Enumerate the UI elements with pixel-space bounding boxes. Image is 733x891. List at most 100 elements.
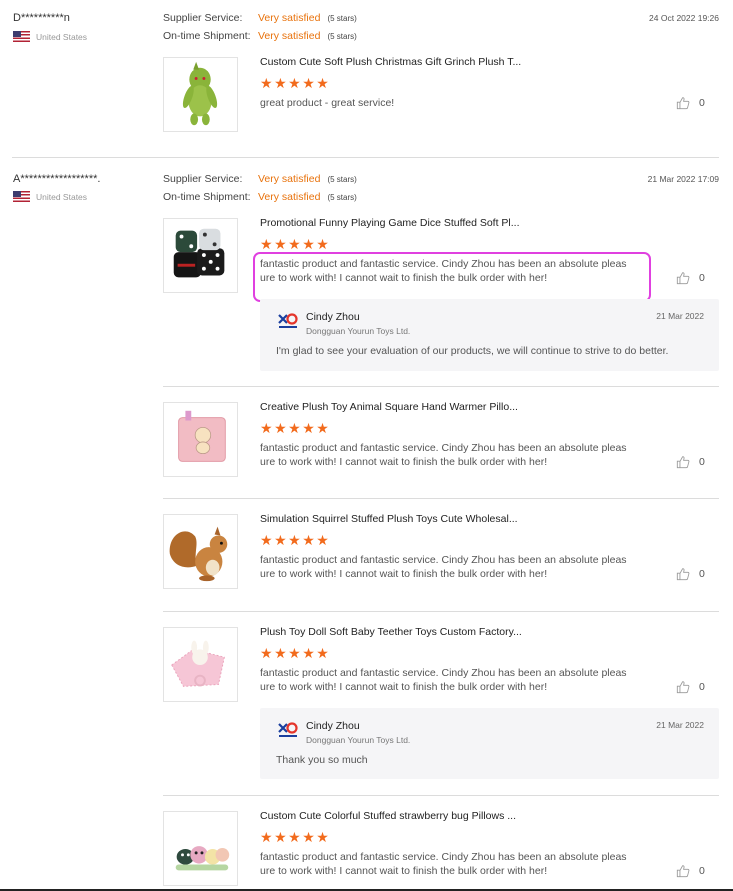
yourun-logo-icon bbox=[278, 313, 298, 328]
country-label: United States bbox=[36, 191, 88, 202]
like-button[interactable]: 0 bbox=[676, 271, 705, 285]
star-icon: ★ bbox=[302, 645, 315, 661]
supplier-service-rating: Supplier Service: Very satisfied (5 star… bbox=[163, 173, 357, 185]
supplier-service-value: Very satisfied bbox=[258, 12, 321, 24]
product-rating: ★ ★ ★ ★ ★ bbox=[260, 76, 329, 90]
like-button[interactable]: 0 bbox=[676, 96, 705, 110]
product-title[interactable]: Plush Toy Doll Soft Baby Teether Toys Cu… bbox=[260, 626, 522, 638]
star-icon: ★ bbox=[316, 420, 329, 436]
reply-text: Thank you so much bbox=[276, 754, 368, 766]
star-icon: ★ bbox=[288, 829, 301, 845]
like-count: 0 bbox=[699, 456, 705, 468]
review-text: fantastic product and fantastic service.… bbox=[260, 667, 627, 693]
product-title[interactable]: Creative Plush Toy Animal Square Hand Wa… bbox=[260, 401, 518, 413]
reply-author: Cindy Zhou bbox=[306, 720, 360, 732]
star-icon: ★ bbox=[316, 75, 329, 91]
product-rating: ★ ★ ★ ★ ★ bbox=[260, 533, 329, 547]
like-count: 0 bbox=[699, 97, 705, 109]
product-title[interactable]: Promotional Funny Playing Game Dice Stuf… bbox=[260, 217, 520, 229]
item-divider bbox=[163, 386, 719, 387]
product-title[interactable]: Custom Cute Soft Plush Christmas Gift Gr… bbox=[260, 56, 521, 68]
product-thumbnail[interactable] bbox=[163, 218, 238, 293]
product-thumbnail[interactable] bbox=[163, 811, 238, 886]
star-icon: ★ bbox=[260, 75, 273, 91]
star-icon: ★ bbox=[274, 829, 287, 845]
star-icon: ★ bbox=[288, 532, 301, 548]
like-button[interactable]: 0 bbox=[676, 455, 705, 469]
like-count: 0 bbox=[699, 568, 705, 580]
us-flag-icon bbox=[13, 191, 30, 202]
star-icon: ★ bbox=[274, 645, 287, 661]
supplier-service-label: Supplier Service: bbox=[163, 12, 243, 24]
star-icon: ★ bbox=[288, 75, 301, 91]
shipment-stars: (5 stars) bbox=[327, 32, 357, 41]
product-rating: ★ ★ ★ ★ ★ bbox=[260, 421, 329, 435]
star-icon: ★ bbox=[302, 829, 315, 845]
product-title[interactable]: Custom Cute Colorful Stuffed strawberry … bbox=[260, 810, 516, 822]
reply-date: 21 Mar 2022 bbox=[656, 311, 704, 321]
product-title[interactable]: Simulation Squirrel Stuffed Plush Toys C… bbox=[260, 513, 518, 525]
shipment-rating: On-time Shipment: Very satisfied (5 star… bbox=[163, 30, 357, 42]
buyer-country: United States bbox=[13, 31, 87, 42]
review-divider bbox=[12, 157, 719, 158]
us-flag-icon bbox=[13, 31, 30, 42]
product-thumbnail[interactable] bbox=[163, 57, 238, 132]
item-divider bbox=[163, 795, 719, 796]
supplier-reply: Cindy Zhou Dongguan Yourun Toys Ltd. 21 … bbox=[260, 299, 719, 371]
supplier-service-stars: (5 stars) bbox=[327, 14, 357, 23]
yourun-logo-icon bbox=[278, 722, 298, 737]
supplier-service-rating: Supplier Service: Very satisfied (5 star… bbox=[163, 12, 357, 24]
star-icon: ★ bbox=[260, 645, 273, 661]
thumbs-up-icon bbox=[676, 681, 690, 694]
country-label: United States bbox=[36, 31, 88, 42]
like-count: 0 bbox=[699, 681, 705, 693]
thumbs-up-icon bbox=[676, 568, 690, 581]
shipment-label: On-time Shipment: bbox=[163, 30, 251, 42]
thumbs-up-icon bbox=[676, 97, 690, 110]
shipment-rating: On-time Shipment: Very satisfied (5 star… bbox=[163, 191, 357, 203]
thumbs-up-icon bbox=[676, 865, 690, 878]
shipment-stars: (5 stars) bbox=[327, 193, 357, 202]
star-icon: ★ bbox=[316, 645, 329, 661]
thumbs-up-icon bbox=[676, 272, 690, 285]
shipment-label: On-time Shipment: bbox=[163, 191, 251, 203]
like-count: 0 bbox=[699, 865, 705, 877]
star-icon: ★ bbox=[260, 532, 273, 548]
supplier-service-stars: (5 stars) bbox=[327, 175, 357, 184]
buyer-country: United States bbox=[13, 191, 87, 202]
review-text: fantastic product and fantastic service.… bbox=[260, 442, 627, 468]
supplier-service-value: Very satisfied bbox=[258, 173, 321, 185]
item-divider bbox=[163, 611, 719, 612]
review-text: great product - great service! bbox=[260, 97, 395, 109]
star-icon: ★ bbox=[274, 532, 287, 548]
star-icon: ★ bbox=[260, 829, 273, 845]
like-button[interactable]: 0 bbox=[676, 680, 705, 694]
product-thumbnail[interactable] bbox=[163, 402, 238, 477]
star-icon: ★ bbox=[288, 420, 301, 436]
star-icon: ★ bbox=[274, 420, 287, 436]
star-icon: ★ bbox=[288, 645, 301, 661]
product-rating: ★ ★ ★ ★ ★ bbox=[260, 646, 329, 660]
star-icon: ★ bbox=[274, 236, 287, 252]
like-button[interactable]: 0 bbox=[676, 864, 705, 878]
star-icon: ★ bbox=[302, 532, 315, 548]
product-thumbnail[interactable] bbox=[163, 514, 238, 589]
reply-date: 21 Mar 2022 bbox=[656, 720, 704, 730]
shipment-value: Very satisfied bbox=[258, 191, 321, 203]
item-divider bbox=[163, 498, 719, 499]
star-icon: ★ bbox=[302, 75, 315, 91]
buyer-name: A******************. bbox=[13, 173, 101, 185]
review-date: 21 Mar 2022 17:09 bbox=[647, 174, 719, 184]
supplier-reply: Cindy Zhou Dongguan Yourun Toys Ltd. 21 … bbox=[260, 708, 719, 779]
supplier-service-label: Supplier Service: bbox=[163, 173, 243, 185]
star-icon: ★ bbox=[316, 236, 329, 252]
star-icon: ★ bbox=[260, 420, 273, 436]
review-date: 24 Oct 2022 19:26 bbox=[649, 13, 719, 23]
shipment-value: Very satisfied bbox=[258, 30, 321, 42]
product-thumbnail[interactable] bbox=[163, 627, 238, 702]
reply-company: Dongguan Yourun Toys Ltd. bbox=[306, 326, 411, 336]
reply-company: Dongguan Yourun Toys Ltd. bbox=[306, 735, 411, 745]
review-text: fantastic product and fantastic service.… bbox=[260, 554, 627, 580]
star-icon: ★ bbox=[316, 829, 329, 845]
like-button[interactable]: 0 bbox=[676, 567, 705, 581]
